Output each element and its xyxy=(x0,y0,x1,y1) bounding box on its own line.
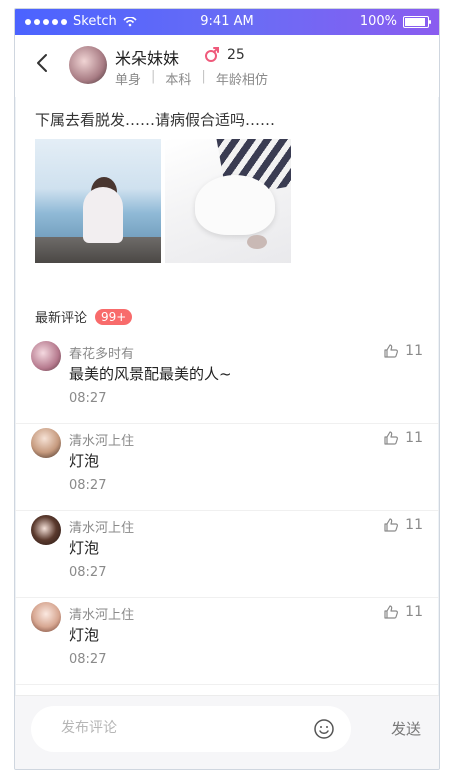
comment-text: 最美的风景配最美的人~ xyxy=(69,365,232,383)
emoji-icon[interactable] xyxy=(313,718,335,740)
female-gender-icon xyxy=(205,47,219,62)
age-value: 25 xyxy=(227,47,245,63)
post-image-2[interactable] xyxy=(165,139,291,263)
profile-header: 米朵妹妹 25 单身 | 本科 | 年龄相仿 xyxy=(15,35,439,97)
battery-percent: 100% xyxy=(359,14,397,29)
like-button[interactable]: 11 xyxy=(383,517,423,533)
like-count: 11 xyxy=(405,343,423,359)
comment-author[interactable]: 清水河上住 xyxy=(69,430,134,449)
comment-avatar[interactable] xyxy=(31,602,61,632)
battery-icon xyxy=(403,15,431,28)
comment-time: 08:27 xyxy=(69,565,107,580)
comment-item: 清水河上住 灯泡 08:27 11 xyxy=(15,424,439,511)
like-button[interactable]: 11 xyxy=(383,343,423,359)
avatar[interactable] xyxy=(69,46,107,84)
like-button[interactable]: 11 xyxy=(383,604,423,620)
profile-meta: 单身 | 本科 | 年龄相仿 xyxy=(115,69,268,88)
comment-list: 春花多时有 最美的风景配最美的人~ 08:27 11 清水河上住 灯泡 08:2… xyxy=(15,337,439,685)
comment-text: 灯泡 xyxy=(69,452,100,470)
post-image-1[interactable] xyxy=(35,139,161,263)
like-button[interactable]: 11 xyxy=(383,430,423,446)
comment-avatar[interactable] xyxy=(31,515,61,545)
post-text: 下属去看脱发……请病假合适吗…… xyxy=(35,111,276,129)
comment-input-wrapper xyxy=(31,706,351,752)
separator: | xyxy=(151,69,156,84)
comment-avatar[interactable] xyxy=(31,428,61,458)
comment-author[interactable]: 清水河上住 xyxy=(69,604,134,623)
like-count: 11 xyxy=(405,430,423,446)
like-count: 11 xyxy=(405,604,423,620)
comment-item: 清水河上住 灯泡 08:27 11 xyxy=(15,511,439,598)
comment-time: 08:27 xyxy=(69,478,107,493)
comments-count-badge: 99+ xyxy=(95,308,133,325)
comment-text: 灯泡 xyxy=(69,539,100,557)
comment-input[interactable] xyxy=(59,718,313,736)
thumbs-up-icon xyxy=(384,518,399,532)
username: 米朵妹妹 xyxy=(115,49,180,68)
thumbs-up-icon xyxy=(384,605,399,619)
comment-time: 08:27 xyxy=(69,652,107,667)
comment-author[interactable]: 春花多时有 xyxy=(69,343,134,362)
meta-age-match: 年龄相仿 xyxy=(215,73,268,88)
thumbs-up-icon xyxy=(384,431,399,445)
comments-header: 最新评论 99+ xyxy=(35,307,133,326)
post-content: 下属去看脱发……请病假合适吗…… xyxy=(15,97,439,297)
back-arrow-icon[interactable] xyxy=(33,51,53,75)
comments-title: 最新评论 xyxy=(35,311,88,326)
comment-text: 灯泡 xyxy=(69,626,100,644)
phone-frame: Sketch 9:41 AM 100% 米朵妹妹 25 单身 | 本科 | 年龄… xyxy=(14,8,440,770)
comment-avatar[interactable] xyxy=(31,341,61,371)
thumbs-up-icon xyxy=(384,344,399,358)
separator: | xyxy=(201,69,206,84)
status-bar: Sketch 9:41 AM 100% xyxy=(15,9,439,35)
gender-age: 25 xyxy=(203,46,245,64)
status-right: 100% xyxy=(359,14,431,29)
send-button[interactable]: 发送 xyxy=(391,718,421,739)
meta-education: 本科 xyxy=(165,73,192,88)
comment-author[interactable]: 清水河上住 xyxy=(69,517,134,536)
meta-status: 单身 xyxy=(115,73,142,88)
comment-input-bar: 发送 xyxy=(15,695,439,769)
like-count: 11 xyxy=(405,517,423,533)
comment-item: 春花多时有 最美的风景配最美的人~ 08:27 11 xyxy=(15,337,439,424)
comment-time: 08:27 xyxy=(69,391,107,406)
comment-item: 清水河上住 灯泡 08:27 11 xyxy=(15,598,439,685)
